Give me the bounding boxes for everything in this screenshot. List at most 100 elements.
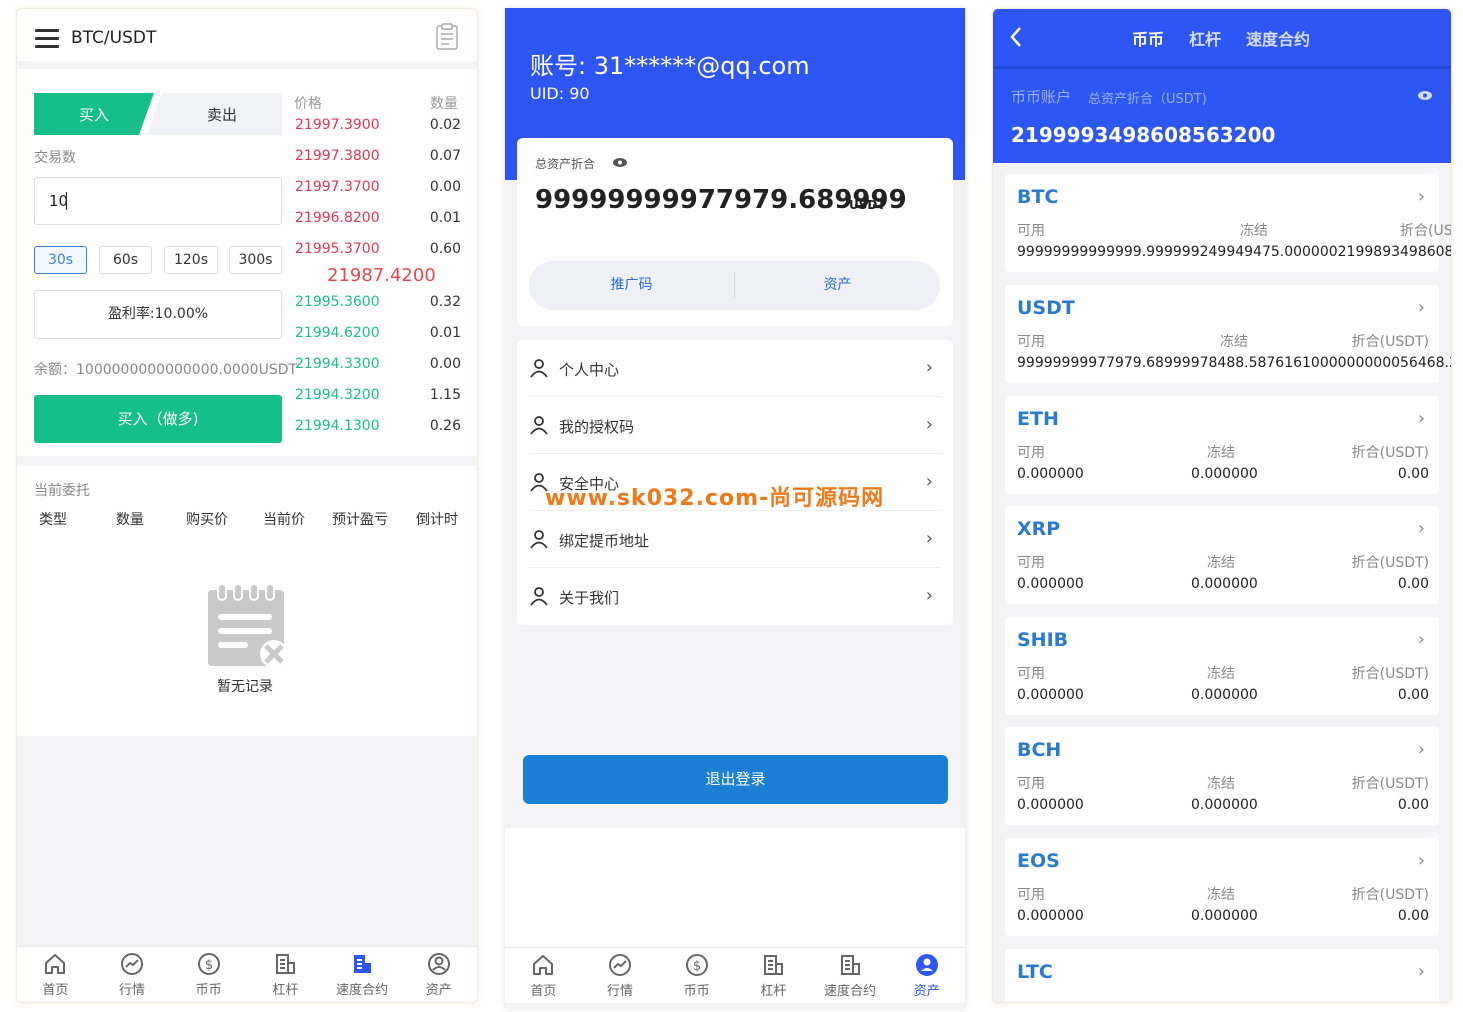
col-conv: 折合(USDT) — [1351, 555, 1429, 571]
user-icon — [530, 587, 548, 606]
bid-price: 21994.3200 — [295, 387, 380, 403]
back-arrow-icon[interactable] — [1009, 26, 1023, 48]
col-frozen: 冻结 — [1207, 887, 1235, 903]
coin-card-ltc[interactable]: LTC › — [1005, 949, 1439, 1002]
tab-coin[interactable]: $ 币币 — [658, 948, 735, 1003]
menu-item-withdraw-address[interactable]: 绑定提币地址 › — [529, 511, 941, 568]
coin-card-btc[interactable]: BTC › 可用 冻结 折合(US 99999999999999.9999992… — [1005, 174, 1451, 272]
trend-icon — [121, 953, 143, 975]
profit-rate: 盈利率:10.00% — [34, 290, 282, 339]
col-cur-price: 当前价 — [263, 512, 305, 528]
ask-row: 21997.3700 0.00 — [295, 179, 461, 199]
logout-button[interactable]: 退出登录 — [523, 755, 948, 804]
tab-home[interactable]: 首页 — [17, 947, 94, 1002]
coin-card-eos[interactable]: EOS › 可用 冻结 折合(USDT) 0.000000 0.000000 0… — [1005, 838, 1439, 936]
bid-price: 21994.1300 — [295, 418, 380, 434]
tab-leverage[interactable]: 杠杆 — [1189, 26, 1221, 50]
coin-name: XRP — [1017, 518, 1061, 540]
home-icon — [533, 955, 554, 975]
col-qty: 数量 — [116, 512, 144, 528]
trade-header: BTC/USDT — [17, 9, 477, 69]
coin-name: LTC — [1017, 961, 1053, 983]
menu-item-about[interactable]: 关于我们 › — [529, 568, 941, 625]
time-60s[interactable]: 60s — [99, 246, 152, 274]
coin-card-xrp[interactable]: XRP › 可用 冻结 折合(USDT) 0.000000 0.000000 0… — [1005, 506, 1439, 604]
time-300s[interactable]: 300s — [229, 246, 282, 274]
amount-input[interactable]: 10 — [34, 177, 282, 225]
coin-card-shib[interactable]: SHIB › 可用 冻结 折合(USDT) 0.000000 0.000000 … — [1005, 617, 1439, 715]
dollar-icon: $ — [685, 954, 708, 976]
user-icon — [530, 530, 548, 549]
col-frozen: 冻结 — [1240, 223, 1268, 239]
time-120s[interactable]: 120s — [164, 246, 218, 274]
ask-row: 21996.8200 0.01 — [295, 210, 461, 230]
assets-button[interactable]: 资产 — [735, 261, 940, 310]
tab-coin[interactable]: $ 币币 — [170, 947, 247, 1002]
frozen-value: 0.000000 — [1191, 576, 1258, 592]
tab-market[interactable]: 行情 — [94, 947, 171, 1002]
buy-tab[interactable]: 买入 — [34, 104, 154, 125]
col-conv: 折合(US — [1400, 223, 1452, 239]
chevron-right-icon: › — [1417, 961, 1425, 982]
tab-label: 行情 — [119, 983, 146, 998]
tab-home[interactable]: 首页 — [505, 948, 582, 1003]
ask-qty: 0.01 — [429, 210, 461, 226]
account-panel: 账号: 31******@qq.com UID: 90 总资产折合 999999… — [505, 8, 965, 1008]
col-conv: 折合(USDT) — [1351, 887, 1429, 903]
tab-market[interactable]: 行情 — [582, 948, 659, 1003]
user-icon — [530, 416, 548, 435]
eye-icon[interactable] — [1417, 90, 1433, 101]
chevron-right-icon: › — [925, 471, 933, 492]
avail-value: 0.000000 — [1017, 466, 1084, 482]
coin-name: USDT — [1017, 297, 1075, 319]
time-30s[interactable]: 30s — [34, 246, 87, 274]
col-type: 类型 — [39, 512, 67, 528]
tab-leverage[interactable]: 杠杆 — [735, 948, 812, 1003]
account-total: 2199993498608563200 — [1011, 123, 1276, 147]
coin-card-eth[interactable]: ETH › 可用 冻结 折合(USDT) 0.000000 0.000000 0… — [1005, 396, 1439, 494]
col-countdown: 倒计时 — [416, 512, 458, 528]
coin-card-bch[interactable]: BCH › 可用 冻结 折合(USDT) 0.000000 0.000000 0… — [1005, 727, 1439, 825]
header-divider — [993, 66, 1451, 69]
coin-name: BTC — [1017, 186, 1059, 208]
tab-assets[interactable]: 资产 — [888, 948, 965, 1003]
user-circle-icon — [915, 954, 938, 976]
tab-spot[interactable]: 币币 — [1132, 26, 1164, 50]
menu-item-profile[interactable]: 个人中心 › — [529, 340, 941, 397]
pair-title: BTC/USDT — [71, 28, 157, 48]
frozen-value: 0.000000 — [1191, 797, 1258, 813]
frozen-value: 0.000000 — [1191, 687, 1258, 703]
coin-card-usdt[interactable]: USDT › 可用 冻结 折合(USDT) 99999999977979.689… — [1005, 285, 1451, 383]
quick-actions: 推广码 资产 — [529, 261, 940, 310]
buy-long-button[interactable]: 买入（做多) — [34, 395, 282, 443]
ask-row: 21995.3700 0.60 — [295, 241, 461, 261]
tab-assets[interactable]: 资产 — [400, 947, 477, 1002]
menu-label: 个人中心 — [559, 361, 620, 379]
sell-tab[interactable]: 卖出 — [162, 104, 282, 125]
col-buy-price: 购买价 — [186, 512, 228, 528]
chevron-right-icon: › — [1417, 739, 1425, 760]
tab-speed-contract[interactable]: 速度合约 — [1246, 26, 1310, 50]
ask-price: 21997.3900 — [295, 117, 380, 133]
conv-value: 0.00 — [1397, 908, 1429, 924]
account-sub: 总资产折合（USDT) — [1088, 92, 1207, 107]
chevron-right-icon: › — [1417, 186, 1425, 207]
eye-icon[interactable] — [612, 157, 628, 168]
tab-leverage[interactable]: 杠杆 — [247, 947, 324, 1002]
clipboard-icon[interactable] — [435, 23, 459, 51]
bid-price: 21994.6200 — [295, 325, 380, 341]
user-icon — [530, 359, 548, 378]
promo-code-button[interactable]: 推广码 — [529, 261, 734, 310]
wallet-panel: 币币 杠杆 速度合约 币币账户 总资产折合（USDT) 219999349860… — [992, 8, 1452, 1003]
tab-speed-contract[interactable]: 速度合约 — [324, 947, 401, 1002]
text-cursor — [66, 192, 67, 210]
account-label: 币币账户 — [1011, 88, 1072, 106]
tab-speed-contract[interactable]: 速度合约 — [812, 948, 889, 1003]
amount-label: 交易数 — [34, 150, 76, 166]
menu-icon[interactable] — [35, 29, 59, 48]
menu-item-auth-code[interactable]: 我的授权码 › — [529, 397, 941, 454]
empty-area — [17, 736, 477, 948]
col-frozen: 冻结 — [1207, 666, 1235, 682]
tab-label: 速度合约 — [824, 984, 877, 999]
col-avail: 可用 — [1017, 445, 1045, 461]
